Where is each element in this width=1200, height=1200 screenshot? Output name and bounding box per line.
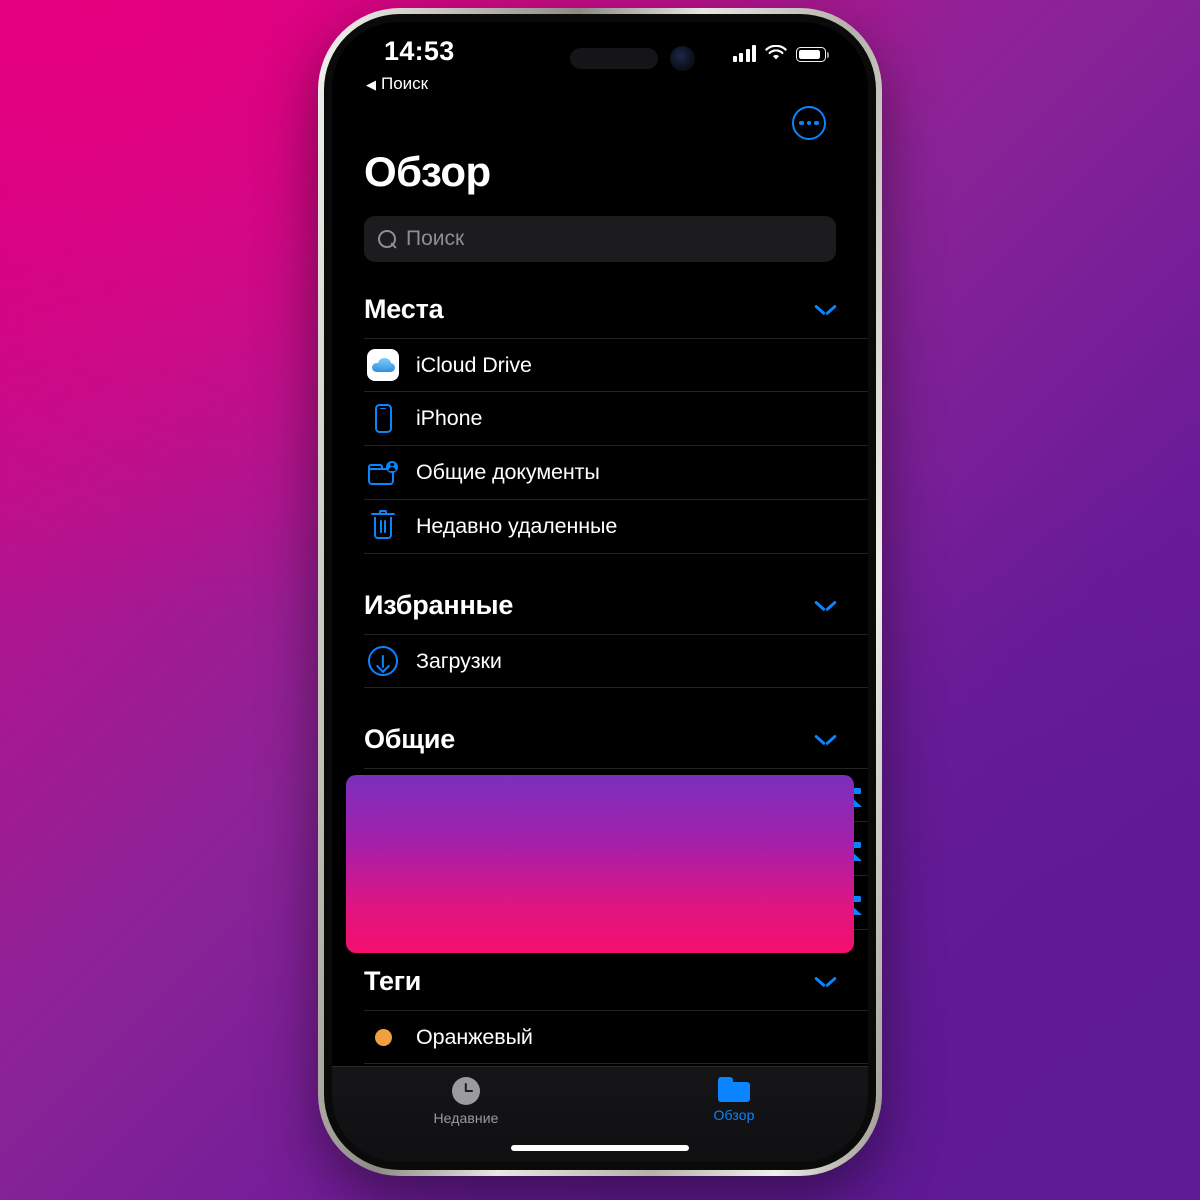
- list-item-label: Загрузки: [416, 648, 502, 673]
- tab-label: Недавние: [433, 1110, 499, 1126]
- tab-bar: Недавние Обзор: [332, 1066, 868, 1162]
- chevron-down-icon[interactable]: [815, 733, 836, 745]
- icloud-drive-icon: [364, 349, 402, 381]
- search-input[interactable]: Поиск: [364, 216, 836, 262]
- list-item-shared-documents[interactable]: Общие документы: [364, 446, 868, 500]
- section-header-favorites[interactable]: Избранные: [332, 576, 868, 634]
- back-arrow-icon: ◀: [366, 76, 376, 92]
- trash-icon: [364, 509, 402, 541]
- list-item-label: Общие документы: [416, 460, 600, 484]
- back-to-search-link[interactable]: ◀ Поиск: [366, 74, 428, 94]
- home-indicator[interactable]: [511, 1145, 689, 1151]
- chevron-down-icon[interactable]: [815, 975, 836, 987]
- clock-icon: [452, 1077, 480, 1105]
- phone-screen: 14:53 ◀ Поиск Обзор Поиск Места iCloud D…: [332, 22, 868, 1162]
- folder-icon: [718, 1077, 750, 1102]
- status-bar: 14:53 ◀ Поиск: [332, 22, 868, 100]
- battery-icon: [796, 47, 830, 62]
- list-item-icloud-drive[interactable]: iCloud Drive: [364, 338, 868, 392]
- list-item-server[interactable]: [364, 876, 868, 930]
- list-item-server[interactable]: [364, 822, 868, 876]
- globe-icon: [364, 888, 402, 917]
- list-item-iphone[interactable]: iPhone: [364, 392, 868, 446]
- section-title: Избранные: [364, 589, 514, 620]
- browse-content: Обзор Поиск Места iCloud Drive iPhone Об…: [332, 130, 868, 1162]
- shared-folder-icon: [364, 460, 402, 485]
- chevron-down-icon[interactable]: [815, 303, 836, 315]
- browse-list: Места iCloud Drive iPhone Общие документ…: [332, 280, 868, 1162]
- section-header-tags[interactable]: Теги: [332, 952, 868, 1010]
- status-indicators: [732, 40, 830, 62]
- section-title: Общие: [364, 723, 456, 754]
- iphone-icon: [364, 404, 402, 433]
- globe-icon: [364, 781, 402, 809]
- search-placeholder: Поиск: [406, 227, 465, 250]
- redacted-server-name: [416, 836, 621, 861]
- list-item-label: Оранжевый: [416, 1024, 533, 1049]
- chevron-down-icon[interactable]: [815, 599, 836, 611]
- list-item-label: iPhone: [416, 406, 483, 430]
- section-header-places[interactable]: Места: [332, 280, 868, 338]
- list-item-recently-deleted[interactable]: Недавно удаленные: [364, 500, 868, 554]
- tag-dot-orange-icon: [364, 1028, 402, 1046]
- wifi-icon: [765, 44, 787, 62]
- list-item-label: iCloud Drive: [416, 352, 532, 377]
- section-header-shared[interactable]: Общие: [332, 710, 868, 768]
- dynamic-island: [570, 48, 658, 69]
- page-title: Обзор: [364, 148, 491, 195]
- redacted-server-name: [416, 783, 526, 807]
- list-item-label: Недавно удаленные: [416, 514, 618, 538]
- phone-frame: 14:53 ◀ Поиск Обзор Поиск Места iCloud D…: [318, 8, 882, 1176]
- front-camera-icon: [670, 46, 695, 71]
- status-time: 14:53: [384, 36, 455, 66]
- redacted-server-name: [416, 890, 556, 915]
- list-item-tag-orange[interactable]: Оранжевый: [364, 1010, 868, 1064]
- back-to-search-label: Поиск: [381, 74, 429, 93]
- list-item-downloads[interactable]: Загрузки: [364, 634, 868, 688]
- globe-icon: [364, 834, 402, 863]
- search-icon: [378, 229, 397, 249]
- download-circle-icon: [364, 646, 402, 676]
- list-item-server[interactable]: [364, 768, 868, 822]
- section-title: Теги: [364, 965, 422, 996]
- section-title: Места: [364, 293, 444, 324]
- cellular-signal-icon: [732, 45, 756, 62]
- tab-label: Обзор: [713, 1107, 755, 1123]
